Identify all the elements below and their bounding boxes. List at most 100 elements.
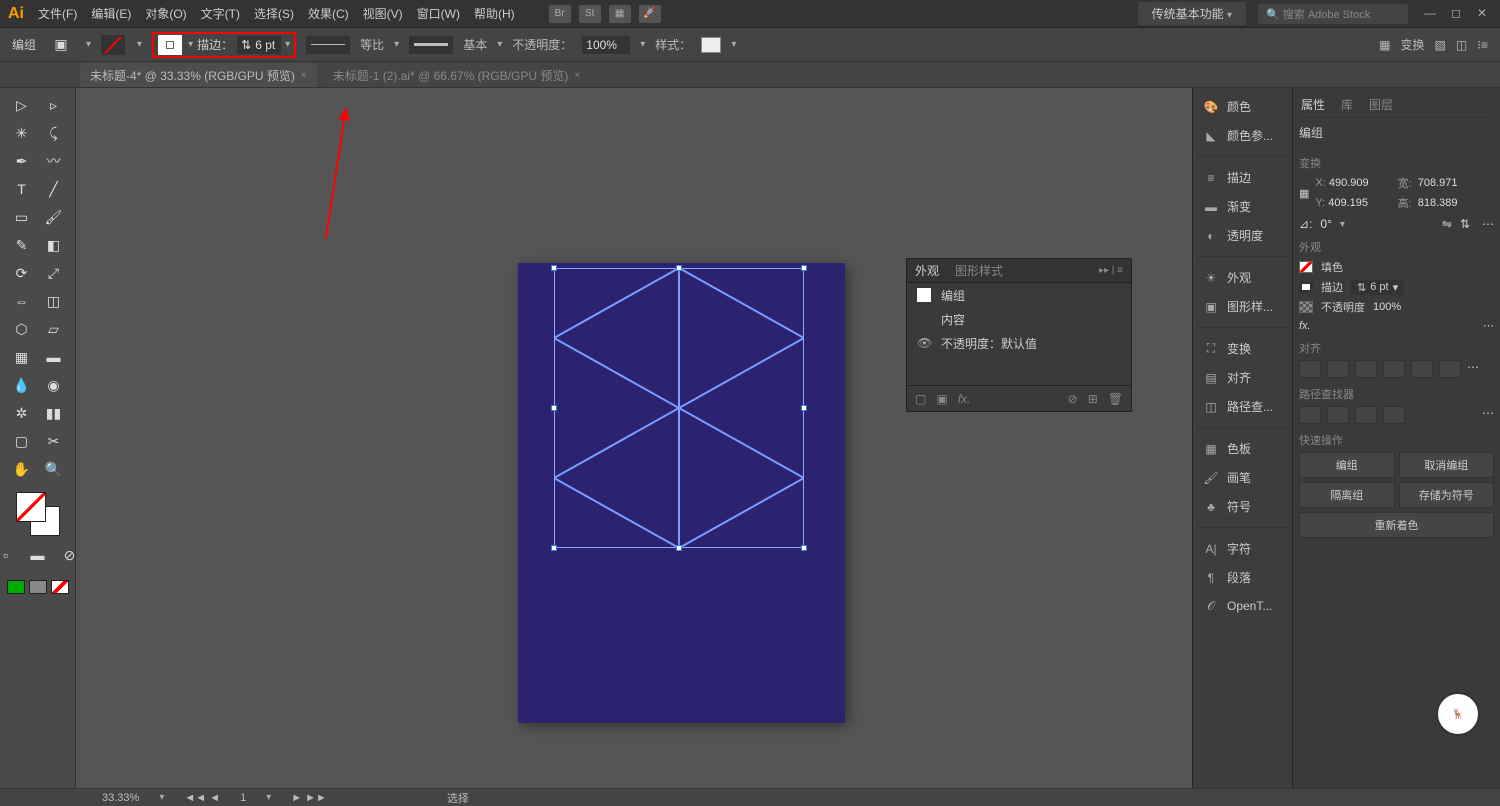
pathfinder-minus-icon[interactable] [1327, 406, 1349, 424]
shape-builder-tool[interactable]: ⬡ [7, 316, 37, 342]
selection-tool[interactable]: ▷ [7, 92, 37, 118]
zoom-tool[interactable]: 🔍 [39, 456, 69, 482]
duplicate-icon[interactable]: ⊞ [1088, 392, 1098, 406]
color-mode-icon[interactable]: ▫ [0, 542, 21, 568]
tab-libraries[interactable]: 库 [1341, 96, 1353, 113]
dock-align[interactable]: ▤对齐 [1197, 365, 1288, 390]
pathfinder-unite-icon[interactable] [1299, 406, 1321, 424]
appearance-opacity-row[interactable]: 不透明度：默认值 [941, 335, 1037, 352]
panel-collapse-icon[interactable]: ▸▸ | ≡ [1099, 265, 1123, 276]
flip-v-icon[interactable]: ⇅ [1460, 217, 1470, 231]
type-tool[interactable]: T [7, 176, 37, 202]
more-options-icon[interactable]: ⋯ [1467, 360, 1479, 378]
opacity-mini[interactable]: 100% [1373, 301, 1401, 313]
canvas[interactable]: 外观 图形样式 ▸▸ | ≡ 编组 内容 👁不透明度：默认值 ▢ ▣ fx. ⊘… [76, 88, 1192, 788]
dock-color[interactable]: 🎨颜色 [1197, 94, 1288, 119]
curvature-tool[interactable]: 〰 [39, 148, 69, 174]
direct-selection-tool[interactable]: ▹ [39, 92, 69, 118]
tab-layers[interactable]: 图层 [1369, 96, 1393, 113]
brush-def[interactable] [409, 36, 453, 54]
new-fill-icon[interactable]: ▢ [915, 392, 926, 406]
artboard-tool[interactable]: ▢ [7, 428, 37, 454]
screen-mode-3[interactable] [51, 580, 69, 594]
line-tool[interactable]: ╱ [39, 176, 69, 202]
tab-doc-2[interactable]: 未标题-1 (2).ai* @ 66.67% (RGB/GPU 预览)× [323, 63, 590, 87]
more-icon[interactable]: ⁝≡ [1477, 38, 1488, 52]
bridge-icon[interactable]: Br [549, 5, 571, 23]
appearance-content[interactable]: 内容 [941, 311, 965, 328]
menu-view[interactable]: 视图(V) [363, 5, 403, 22]
workspace-selector[interactable]: 传统基本功能 ▾ [1138, 2, 1246, 25]
rotate-tool[interactable]: ⟳ [7, 260, 37, 286]
dock-stroke[interactable]: ≡描边 [1197, 165, 1288, 190]
align-top-icon[interactable] [1383, 360, 1405, 378]
pathfinder-intersect-icon[interactable] [1355, 406, 1377, 424]
mask-icon[interactable]: ◫ [1456, 38, 1467, 52]
screen-mode-2[interactable] [29, 580, 47, 594]
close-icon[interactable]: × [301, 70, 307, 81]
new-stroke-icon[interactable]: ▣ [936, 392, 947, 406]
dock-transparency[interactable]: ◐透明度 [1197, 223, 1288, 248]
align-left-icon[interactable] [1299, 360, 1321, 378]
scale-tool[interactable]: ⤢ [39, 260, 69, 286]
gpu-icon[interactable]: 🚀 [639, 5, 661, 23]
graphic-style-swatch[interactable] [701, 37, 721, 53]
perspective-tool[interactable]: ▱ [39, 316, 69, 342]
bbox-icon[interactable]: ▣ [46, 32, 76, 58]
tab-properties[interactable]: 属性 [1301, 96, 1325, 113]
pathfinder-exclude-icon[interactable] [1383, 406, 1405, 424]
blend-tool[interactable]: ◉ [39, 372, 69, 398]
dock-swatches[interactable]: ▦色板 [1197, 436, 1288, 461]
opacity-swatch-mini[interactable] [1299, 301, 1313, 313]
gradient-mode-icon[interactable]: ▬ [23, 542, 53, 568]
hand-tool[interactable]: ✋ [7, 456, 37, 482]
align-right-icon[interactable] [1355, 360, 1377, 378]
graph-tool[interactable]: ▮▮ [39, 400, 69, 426]
dock-brushes[interactable]: 🖌画笔 [1197, 465, 1288, 490]
align-vcenter-icon[interactable] [1411, 360, 1433, 378]
close-icon[interactable]: × [574, 70, 580, 81]
more-options-icon[interactable]: ⋯ [1483, 319, 1494, 332]
align-bottom-icon[interactable] [1439, 360, 1461, 378]
stock-icon[interactable]: St [579, 5, 601, 23]
zoom-level[interactable]: 33.33% [102, 792, 139, 804]
brush-tool[interactable]: 🖌 [39, 204, 69, 230]
gradient-tool[interactable]: ▬ [39, 344, 69, 370]
dock-appearance[interactable]: ☀外观 [1197, 265, 1288, 290]
fill-swatch[interactable] [101, 35, 125, 55]
eyedropper-tool[interactable]: 💧 [7, 372, 37, 398]
align-icon[interactable]: ▦ [1379, 38, 1390, 52]
shaper-tool[interactable]: ✎ [7, 232, 37, 258]
stock-search[interactable]: 🔍 搜索 Adobe Stock [1258, 4, 1408, 24]
dock-symbols[interactable]: ♣符号 [1197, 494, 1288, 519]
menu-object[interactable]: 对象(O) [145, 5, 186, 22]
stroke-swatch[interactable] [158, 35, 182, 55]
stroke-swatch-mini[interactable] [1299, 281, 1313, 293]
menu-window[interactable]: 窗口(W) [417, 5, 460, 22]
mesh-tool[interactable]: ▦ [7, 344, 37, 370]
transform-y[interactable]: 409.195 [1328, 197, 1368, 209]
transform-w[interactable]: 708.971 [1418, 177, 1494, 189]
btn-recolor[interactable]: 重新着色 [1299, 512, 1494, 538]
menu-help[interactable]: 帮助(H) [474, 5, 515, 22]
eraser-tool[interactable]: ◧ [39, 232, 69, 258]
dock-gradient[interactable]: ▬渐变 [1197, 194, 1288, 219]
trash-icon[interactable]: 🗑 [1108, 392, 1123, 406]
dock-color-guide[interactable]: ◣颜色参... [1197, 123, 1288, 148]
fill-swatch-mini[interactable] [1299, 261, 1313, 273]
fill-stroke-colors[interactable] [16, 492, 60, 536]
dock-opentype[interactable]: 𝒪OpenT... [1197, 594, 1288, 618]
btn-save-symbol[interactable]: 存储为符号 [1399, 482, 1495, 508]
magic-wand-tool[interactable]: ✳ [7, 120, 37, 146]
fx-link[interactable]: fx. [1299, 320, 1311, 332]
align-hcenter-icon[interactable] [1327, 360, 1349, 378]
btn-group[interactable]: 编组 [1299, 452, 1395, 478]
stroke-weight-mini[interactable]: ⇅ 6 pt ▾ [1351, 280, 1404, 295]
dock-pathfinder[interactable]: ◫路径查... [1197, 394, 1288, 419]
dock-character[interactable]: A|字符 [1197, 536, 1288, 561]
eye-icon[interactable]: 👁 [917, 336, 931, 350]
artboard-nav-prev[interactable]: ◄◄ ◄ [184, 792, 220, 804]
width-tool[interactable]: ⇔ [7, 288, 37, 314]
pen-tool[interactable]: ✒ [7, 148, 37, 174]
more-options-icon[interactable]: ⋯ [1482, 406, 1494, 424]
